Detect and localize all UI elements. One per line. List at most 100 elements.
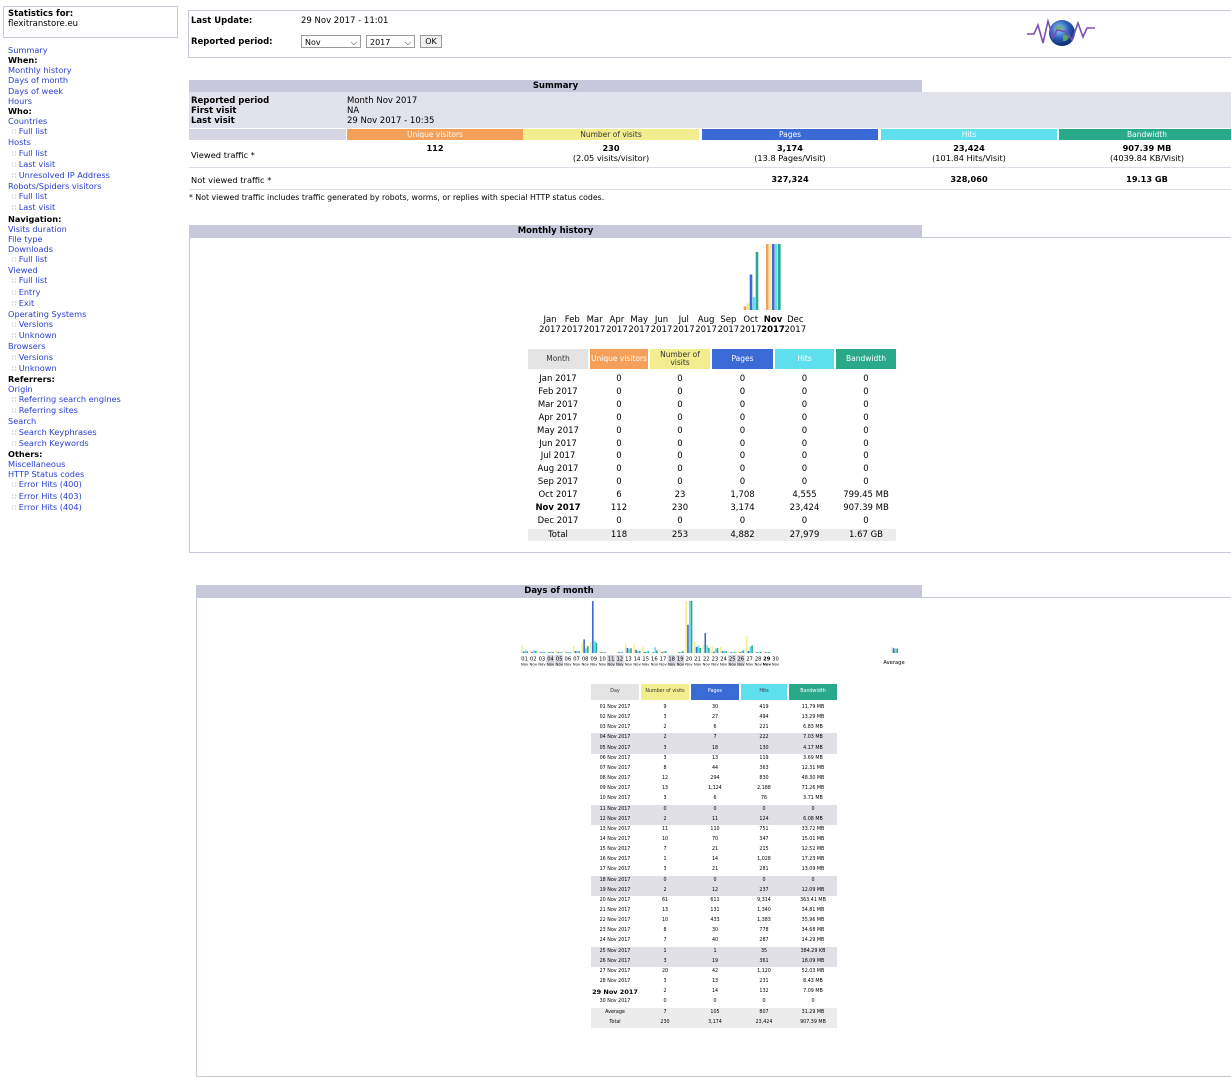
daily-bar	[535, 651, 537, 653]
menu-item[interactable]: Viewed	[8, 265, 121, 275]
monthly-column-header: Number of visits	[650, 349, 710, 369]
menu-subitem[interactable]: ∷ Unresolved IP Address	[8, 170, 121, 181]
menu-item[interactable]: Countries	[8, 116, 121, 126]
daily-table-cell: 71.26 MB	[801, 786, 825, 792]
daily-bar	[714, 648, 717, 653]
menu-subitem[interactable]: ∷ Search Keywords	[8, 438, 121, 449]
menu-item[interactable]: Summary	[8, 45, 121, 55]
monthly-history-title: Monthly history	[189, 225, 922, 237]
menu-label: Browsers	[8, 341, 46, 352]
daily-bar	[572, 646, 575, 653]
menu-subitem[interactable]: ∷ Versions	[8, 319, 121, 330]
monthly-table-cell: 0	[863, 386, 869, 397]
daily-table-cell: 132	[759, 989, 769, 995]
menu-item[interactable]: Search	[8, 416, 121, 426]
daily-table-cell: 10	[661, 918, 669, 924]
menu-item[interactable]: Operating Systems	[8, 309, 121, 319]
viewed-traffic-cell: 907.39 MB (4039.84 KB/Visit)	[1059, 143, 1231, 163]
menu-item[interactable]: File type	[8, 234, 121, 244]
daily-table-cell: 06 Nov 2017	[599, 755, 631, 761]
daily-table-cell: 0	[762, 806, 766, 812]
daily-table-cell: 21	[711, 847, 719, 853]
menu-item[interactable]: Days of month	[8, 75, 121, 85]
menu-item[interactable]: Hours	[8, 96, 121, 106]
daily-bar	[566, 652, 568, 653]
menu-subitem[interactable]: ∷ Exit	[8, 298, 121, 309]
menu-subitem[interactable]: ∷ Full list	[8, 254, 121, 265]
daily-bar	[543, 652, 546, 653]
daily-bar	[561, 652, 563, 653]
daily-table-cell: 11.79 MB	[801, 705, 825, 710]
daily-bar	[585, 648, 587, 653]
menu-subitem[interactable]: ∷ Unknown	[8, 363, 121, 374]
menu-label: Full list	[18, 275, 48, 286]
menu-subitem[interactable]: ∷ Last visit	[8, 159, 121, 170]
monthly-table-cell: 0	[801, 438, 808, 449]
daily-bar	[533, 650, 535, 653]
menu-item[interactable]: Downloads	[8, 244, 121, 254]
daily-bar	[619, 652, 622, 653]
daily-table-cell: 0	[713, 806, 717, 812]
month-select[interactable]: Nov ⌵	[301, 35, 361, 48]
menu-subitem[interactable]: ∷ Referring search engines	[8, 394, 121, 405]
daily-bar	[578, 651, 580, 653]
menu-item[interactable]: Days of week	[8, 86, 121, 96]
menu-item[interactable]: Monthly history	[8, 65, 121, 75]
monthly-axis-month-label: Jul	[678, 315, 689, 325]
daily-axis-month-label: Nov	[754, 662, 762, 667]
daily-bar	[583, 639, 585, 653]
viewed-traffic-value: 112	[426, 143, 444, 153]
menu-label: Referring sites	[18, 405, 78, 416]
menu-subitem[interactable]: ∷ Error Hits (400)	[8, 479, 121, 490]
daily-table-cell: 42	[711, 968, 719, 974]
daily-average-cell: 105	[710, 1009, 720, 1015]
monthly-table-cell: 0	[616, 438, 622, 449]
menu-item[interactable]: Miscellaneous	[8, 459, 121, 469]
menu-subitem[interactable]: ∷ Error Hits (403)	[8, 491, 121, 502]
daily-table-cell: 1,028	[757, 857, 771, 863]
menu-subitem[interactable]: ∷ Error Hits (404)	[8, 502, 121, 513]
menu-subitem[interactable]: ∷ Versions	[8, 352, 121, 363]
menu-item[interactable]: Browsers	[8, 341, 121, 351]
daily-bar	[754, 650, 757, 653]
daily-table-cell: 11 Nov 2017	[599, 806, 631, 812]
year-select[interactable]: 2017 ⌵	[366, 35, 415, 48]
menu-subitem[interactable]: ∷ Full list	[8, 126, 121, 137]
menu-item[interactable]: Hosts	[8, 137, 121, 147]
daily-table-cell: 0	[811, 877, 815, 883]
submenu-bullet-icon: ∷	[12, 171, 19, 180]
daily-table-cell: 237	[759, 887, 769, 893]
daily-axis-month-label: Nov	[607, 662, 615, 667]
daily-table-cell: 09 Nov 2017	[599, 786, 631, 792]
submenu-bullet-icon: ∷	[12, 503, 19, 512]
daily-table-cell: 131	[710, 908, 720, 913]
daily-bar	[725, 650, 727, 653]
menu-subitem[interactable]: ∷ Full list	[8, 275, 121, 286]
menu-item[interactable]: Robots/Spiders visitors	[8, 181, 121, 191]
monthly-table-cell: 0	[801, 412, 808, 423]
menu-subitem[interactable]: ∷ Full list	[8, 148, 121, 159]
daily-bar	[559, 652, 561, 653]
monthly-table-cell: 0	[863, 451, 869, 462]
submenu-bullet-icon: ∷	[12, 428, 19, 437]
menu-subitem[interactable]: ∷ Referring sites	[8, 405, 121, 416]
monthly-table-cell: Dec 2017	[537, 515, 579, 526]
daily-table-cell: 3	[663, 755, 667, 761]
menu-item[interactable]: HTTP Status codes	[8, 469, 121, 479]
average-bar	[892, 648, 895, 653]
menu-subitem[interactable]: ∷ Last visit	[8, 202, 121, 213]
daily-bar	[564, 650, 566, 653]
menu-subitem[interactable]: ∷ Entry	[8, 287, 121, 298]
menu-item[interactable]: Origin	[8, 384, 121, 394]
daily-table-cell: 20 Nov 2017	[599, 897, 631, 903]
monthly-table-cell: 0	[739, 477, 746, 488]
monthly-table-cell: 0	[677, 374, 683, 384]
monthly-table-cell: 0	[616, 477, 622, 488]
monthly-bar	[772, 244, 775, 310]
menu-subitem[interactable]: ∷ Unknown	[8, 330, 121, 341]
ok-button[interactable]: OK	[420, 35, 442, 48]
menu-item[interactable]: Visits duration	[8, 224, 121, 234]
menu-subitem[interactable]: ∷ Search Keyphrases	[8, 427, 121, 438]
menu-subitem[interactable]: ∷ Full list	[8, 191, 121, 202]
daily-table-cell: 6.08 MB	[803, 816, 823, 822]
